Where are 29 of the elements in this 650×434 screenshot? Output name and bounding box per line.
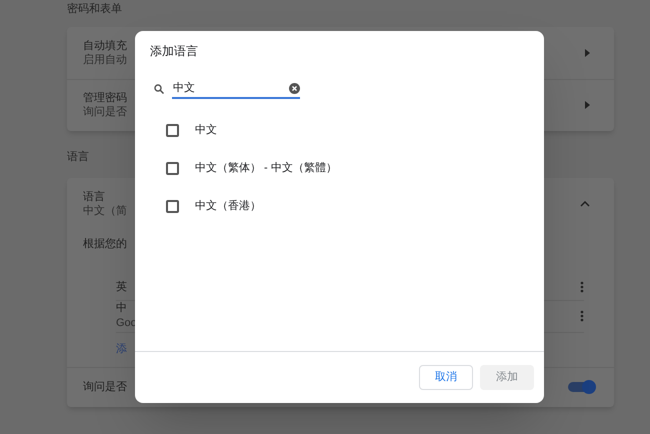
chevron-up-icon[interactable] <box>580 201 590 207</box>
search-icon <box>154 84 164 94</box>
section-title: 密码和表单 <box>67 2 122 17</box>
checkbox[interactable] <box>166 200 179 212</box>
chevron-right-icon <box>585 101 590 109</box>
language-option[interactable]: 中文（繁体） - 中文（繁體） <box>195 160 337 176</box>
more-icon[interactable] <box>580 281 584 293</box>
cancel-button[interactable]: 取消 <box>419 365 473 390</box>
setting-title: 自动填充 <box>83 38 127 52</box>
setting-description: 启用自动 <box>83 52 127 66</box>
setting-title: 语言 <box>83 190 106 204</box>
language-name: 中 <box>116 301 128 315</box>
setting-title: 询问是否 <box>83 380 127 395</box>
clear-icon[interactable] <box>289 82 300 94</box>
checkbox[interactable] <box>166 162 179 174</box>
setting-title: 管理密码 <box>83 91 127 105</box>
checkbox[interactable] <box>166 124 179 136</box>
language-intro: 根据您的 <box>83 237 127 252</box>
chevron-right-icon <box>585 48 590 56</box>
language-option[interactable]: 中文 <box>195 122 217 138</box>
language-option[interactable]: 中文（香港） <box>195 198 261 214</box>
search-field[interactable]: 中文 <box>172 79 300 99</box>
section-title: 语言 <box>67 150 89 164</box>
setting-description: 中文（简 <box>83 204 127 218</box>
toggle-switch[interactable] <box>568 382 594 392</box>
more-icon[interactable] <box>580 310 584 322</box>
dialog-title: 添加语言 <box>150 43 199 60</box>
language-name: 英 <box>116 280 127 294</box>
setting-description: 询问是否 <box>83 105 127 119</box>
